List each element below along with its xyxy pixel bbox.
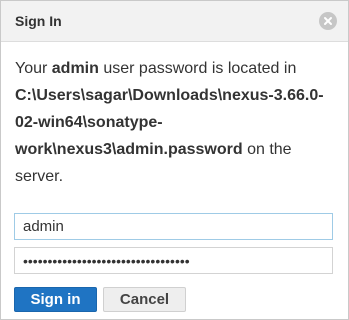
sign-in-dialog: Sign In Your admin user password is loca…	[0, 0, 349, 320]
cancel-button[interactable]: Cancel	[103, 287, 186, 312]
dialog-title-bar: Sign In	[1, 1, 348, 42]
message-text-1: Your	[15, 60, 52, 77]
close-icon[interactable]	[319, 12, 337, 30]
username-field[interactable]	[14, 213, 333, 240]
password-location-message: Your admin user password is located in C…	[15, 55, 335, 190]
message-text-2: user password is located in	[98, 60, 297, 77]
dialog-title: Sign In	[15, 13, 62, 29]
sign-in-button[interactable]: Sign in	[14, 287, 97, 312]
password-field[interactable]	[14, 247, 333, 274]
message-username: admin	[51, 60, 99, 77]
